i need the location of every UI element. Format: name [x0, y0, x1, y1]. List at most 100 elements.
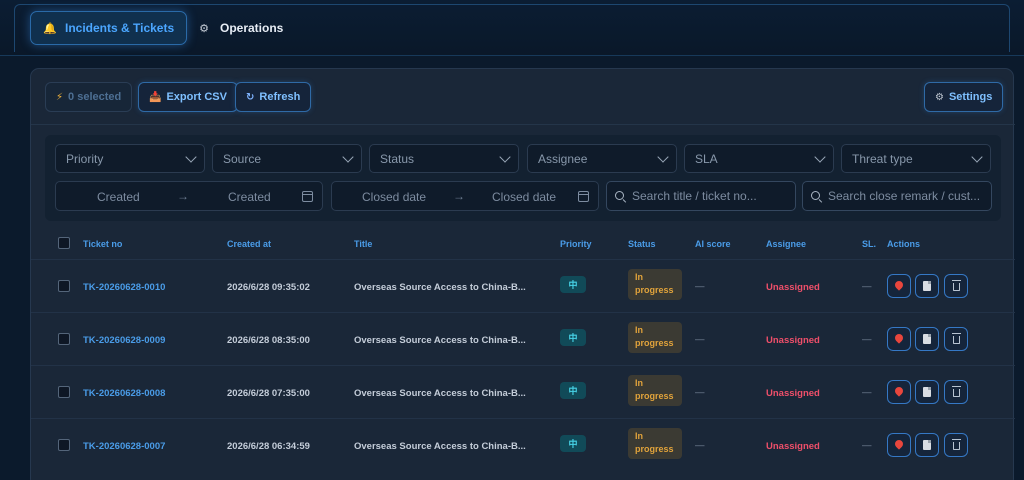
col-sla[interactable]: SL. [862, 239, 876, 249]
assignee-select-label: Assignee [538, 151, 588, 166]
ticket-no-link[interactable]: TK-20260628-0008 [83, 388, 165, 399]
selected-count-button[interactable]: ⚡ 0 selected [45, 82, 133, 112]
search-remark-field[interactable] [802, 181, 992, 211]
sla-select[interactable]: SLA [684, 144, 834, 173]
search-title-field[interactable] [606, 181, 796, 211]
priority-select-label: Priority [66, 151, 104, 166]
table-row[interactable]: TK-20260628-0008 2026/6/28 07:35:00 Over… [31, 365, 1015, 418]
settings-button[interactable]: ⚙ Settings [924, 82, 1004, 112]
details-button[interactable] [915, 274, 939, 298]
ticket-no-link[interactable]: TK-20260628-0010 [83, 282, 165, 293]
document-icon [923, 387, 931, 397]
table-row[interactable]: TK-20260628-0009 2026/6/28 08:35:00 Over… [31, 312, 1015, 365]
pin-icon [895, 281, 903, 291]
search-icon [615, 190, 626, 202]
locate-button[interactable] [887, 274, 911, 298]
search-title-input[interactable] [632, 189, 792, 203]
sla-select-label: SLA [695, 151, 718, 166]
tab-operations[interactable]: ⚙ Operations [186, 11, 295, 45]
range-arrow-icon: → [177, 189, 189, 203]
col-assignee[interactable]: Assignee [766, 239, 806, 249]
export-csv-button[interactable]: 📥 Export CSV [138, 82, 238, 112]
refresh-label: Refresh [259, 91, 301, 103]
locate-button[interactable] [887, 433, 911, 457]
trash-icon [951, 280, 961, 291]
created-date-range[interactable]: Created → Created [55, 181, 323, 211]
delete-button[interactable] [944, 380, 968, 404]
title-cell[interactable]: Overseas Source Access to China-B... [354, 388, 536, 399]
row-checkbox[interactable] [58, 386, 70, 398]
row-checkbox[interactable] [58, 280, 70, 292]
assignee-cell[interactable]: Unassigned [766, 388, 820, 399]
settings-label: Settings [948, 91, 993, 103]
ticket-no-link[interactable]: TK-20260628-0007 [83, 441, 165, 452]
search-remark-input[interactable] [828, 189, 988, 203]
status-line1: In [635, 378, 643, 388]
title-cell[interactable]: Overseas Source Access to China-B... [354, 441, 536, 452]
tab-incidents-tickets[interactable]: 🔔 Incidents & Tickets [30, 11, 188, 45]
status-select[interactable]: Status [369, 144, 519, 173]
ticket-no-link[interactable]: TK-20260628-0009 [83, 335, 165, 346]
created-start-input[interactable]: Created [97, 190, 140, 204]
select-all-checkbox[interactable] [58, 237, 70, 249]
chevron-down-icon [499, 151, 511, 163]
assignee-cell[interactable]: Unassigned [766, 441, 820, 452]
assignee-cell[interactable]: Unassigned [766, 282, 820, 293]
pin-icon [895, 440, 903, 450]
chevron-down-icon [657, 151, 669, 163]
threat-type-select[interactable]: Threat type [841, 144, 991, 173]
closed-start-input[interactable]: Closed date [362, 190, 426, 204]
locate-button[interactable] [887, 327, 911, 351]
source-select[interactable]: Source [212, 144, 362, 173]
closed-date-range[interactable]: Closed date → Closed date [331, 181, 599, 211]
col-priority[interactable]: Priority [560, 239, 592, 249]
col-ai-score[interactable]: AI score [695, 239, 731, 249]
closed-end-input[interactable]: Closed date [492, 190, 556, 204]
chevron-down-icon [342, 151, 354, 163]
sla-cell: — [862, 440, 872, 451]
table-row[interactable]: TK-20260628-0010 2026/6/28 09:35:02 Over… [31, 259, 1015, 312]
locate-button[interactable] [887, 380, 911, 404]
tickets-panel: ⚡ 0 selected 📥 Export CSV ↻ Refresh ⚙ Se… [30, 68, 1015, 480]
assignee-cell[interactable]: Unassigned [766, 335, 820, 346]
assignee-select[interactable]: Assignee [527, 144, 677, 173]
sla-cell: — [862, 387, 872, 398]
bolt-icon: ⚡ [56, 91, 64, 103]
delete-button[interactable] [944, 327, 968, 351]
status-line2: progress [635, 444, 674, 454]
created-at-cell: 2026/6/28 07:35:00 [227, 388, 310, 399]
row-checkbox[interactable] [58, 439, 70, 451]
delete-button[interactable] [944, 433, 968, 457]
col-status[interactable]: Status [628, 239, 656, 249]
row-checkbox[interactable] [58, 333, 70, 345]
tab-operations-label: Operations [220, 21, 284, 35]
title-cell[interactable]: Overseas Source Access to China-B... [354, 282, 536, 293]
chevron-down-icon [185, 151, 197, 163]
search-icon [811, 190, 822, 202]
selected-count-label: 0 selected [68, 91, 122, 103]
table-row[interactable]: TK-20260628-0007 2026/6/28 06:34:59 Over… [31, 418, 1015, 471]
status-badge: In progress [628, 375, 682, 406]
title-cell[interactable]: Overseas Source Access to China-B... [354, 335, 536, 346]
details-button[interactable] [915, 327, 939, 351]
tab-incidents-tickets-label: Incidents & Tickets [65, 21, 175, 35]
priority-select[interactable]: Priority [55, 144, 205, 173]
details-button[interactable] [915, 433, 939, 457]
calendar-icon[interactable] [578, 191, 589, 202]
col-actions: Actions [887, 239, 921, 249]
col-title[interactable]: Title [354, 239, 372, 249]
details-button[interactable] [915, 380, 939, 404]
calendar-icon[interactable] [302, 191, 313, 202]
col-ticket-no[interactable]: Ticket no [83, 239, 122, 249]
status-badge: In progress [628, 322, 682, 353]
delete-button[interactable] [944, 274, 968, 298]
created-end-input[interactable]: Created [228, 190, 271, 204]
status-line2: progress [635, 391, 674, 401]
pin-icon [895, 387, 903, 397]
refresh-button[interactable]: ↻ Refresh [235, 82, 312, 112]
chevron-down-icon [971, 151, 983, 163]
col-created-at[interactable]: Created at [227, 239, 271, 249]
ai-score-cell: — [695, 281, 705, 292]
priority-badge: 中 [560, 329, 586, 346]
status-badge: In progress [628, 428, 682, 459]
